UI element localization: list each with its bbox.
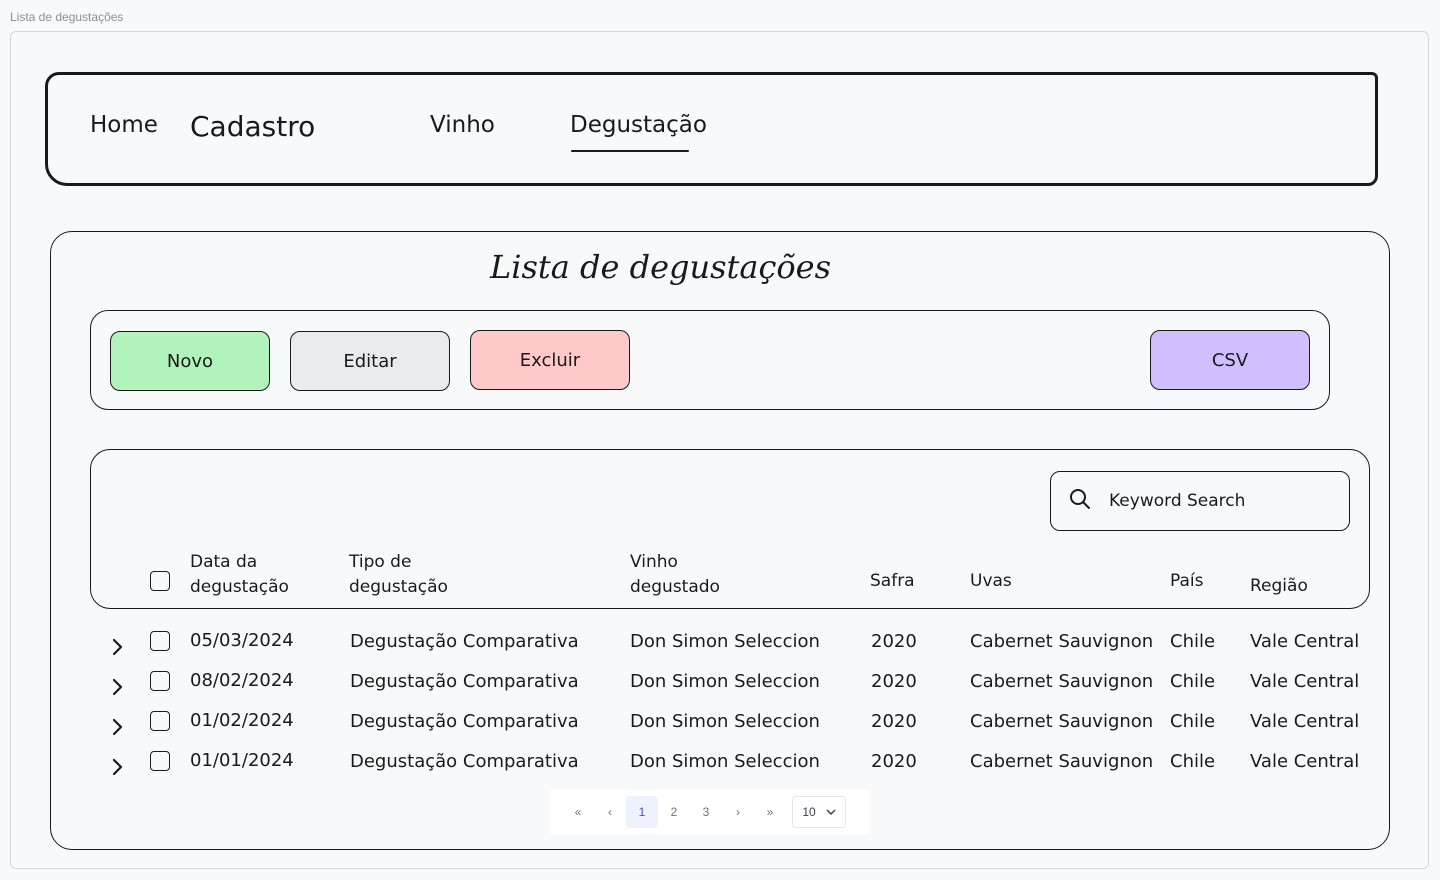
- delete-button[interactable]: Excluir: [470, 330, 630, 390]
- row-checkbox[interactable]: [150, 751, 170, 771]
- cell-uvas: Cabernet Sauvignon: [970, 751, 1154, 772]
- cell-tipo: Degustação Comparativa: [350, 751, 579, 772]
- row-checkbox[interactable]: [150, 671, 170, 691]
- nav-vinho[interactable]: Vinho: [430, 112, 495, 138]
- header-tipo-line1: Tipo de: [349, 552, 412, 572]
- cell-uvas: Cabernet Sauvignon: [970, 711, 1154, 732]
- header-data-line1: Data da: [190, 552, 258, 572]
- header-data-line2: degustação: [190, 577, 289, 597]
- cell-data: 01/02/2024: [190, 710, 294, 731]
- header-tipo[interactable]: Tipo de degustação: [349, 550, 448, 600]
- header-uvas[interactable]: Uvas: [970, 569, 1012, 594]
- nav-cadastro[interactable]: Cadastro: [190, 110, 315, 143]
- page-1-button[interactable]: 1: [626, 796, 658, 828]
- expand-row-chevron-icon[interactable]: [108, 677, 128, 697]
- cell-tipo: Degustação Comparativa: [350, 631, 579, 652]
- page-size-value: 10: [802, 805, 816, 819]
- cell-regiao: Vale Central: [1250, 751, 1360, 772]
- page-3-button[interactable]: 3: [690, 796, 722, 828]
- cell-vinho: Don Simon Seleccion: [630, 671, 820, 692]
- cell-pais: Chile: [1170, 751, 1216, 772]
- new-button[interactable]: Novo: [110, 331, 270, 391]
- last-page-button[interactable]: »: [754, 796, 786, 828]
- cell-pais: Chile: [1170, 671, 1216, 692]
- cell-tipo: Degustação Comparativa: [350, 671, 579, 692]
- pagination: « ‹ 1 2 3 › » 10: [550, 790, 870, 834]
- page-size-select[interactable]: 10: [792, 796, 846, 828]
- toolbar: [90, 310, 1330, 410]
- search-icon: [1069, 488, 1091, 514]
- expand-row-chevron-icon[interactable]: [108, 717, 128, 737]
- header-pais[interactable]: País: [1170, 569, 1204, 594]
- cell-safra: 2020: [871, 751, 917, 772]
- window-title: Lista de degustações: [10, 10, 124, 24]
- cell-regiao: Vale Central: [1250, 711, 1360, 732]
- cell-data: 08/02/2024: [190, 670, 294, 691]
- nav-degustacao[interactable]: Degustação: [570, 112, 707, 138]
- chevron-down-icon: [826, 805, 836, 819]
- cell-pais: Chile: [1170, 631, 1216, 652]
- page-title: Lista de degustações: [490, 248, 832, 286]
- page-2-button[interactable]: 2: [658, 796, 690, 828]
- header-vinho-line1: Vinho: [630, 552, 678, 572]
- cell-data: 05/03/2024: [190, 630, 294, 651]
- cell-uvas: Cabernet Sauvignon: [970, 671, 1154, 692]
- cell-vinho: Don Simon Seleccion: [630, 751, 820, 772]
- nav-home[interactable]: Home: [90, 112, 158, 138]
- edit-button[interactable]: Editar: [290, 331, 450, 391]
- csv-export-button[interactable]: CSV: [1150, 330, 1310, 390]
- header-vinho-line2: degustado: [630, 577, 720, 597]
- cell-regiao: Vale Central: [1250, 671, 1360, 692]
- row-checkbox[interactable]: [150, 711, 170, 731]
- expand-row-chevron-icon[interactable]: [108, 757, 128, 777]
- cell-safra: 2020: [871, 631, 917, 652]
- cell-safra: 2020: [871, 671, 917, 692]
- row-checkbox[interactable]: [150, 631, 170, 651]
- active-nav-underline: [571, 150, 689, 152]
- cell-regiao: Vale Central: [1250, 631, 1360, 652]
- search-input[interactable]: [1107, 490, 1331, 512]
- header-vinho[interactable]: Vinho degustado: [630, 550, 720, 600]
- header-data[interactable]: Data da degustação: [190, 550, 289, 600]
- cell-data: 01/01/2024: [190, 750, 294, 771]
- search-box[interactable]: [1050, 471, 1350, 531]
- cell-pais: Chile: [1170, 711, 1216, 732]
- cell-tipo: Degustação Comparativa: [350, 711, 579, 732]
- cell-uvas: Cabernet Sauvignon: [970, 631, 1154, 652]
- cell-safra: 2020: [871, 711, 917, 732]
- select-all-checkbox[interactable]: [150, 571, 170, 591]
- next-page-button[interactable]: ›: [722, 796, 754, 828]
- header-tipo-line2: degustação: [349, 577, 448, 597]
- prev-page-button[interactable]: ‹: [594, 796, 626, 828]
- cell-vinho: Don Simon Seleccion: [630, 711, 820, 732]
- header-safra[interactable]: Safra: [870, 569, 915, 594]
- header-regiao[interactable]: Região: [1250, 574, 1308, 599]
- expand-row-chevron-icon[interactable]: [108, 637, 128, 657]
- first-page-button[interactable]: «: [562, 796, 594, 828]
- cell-vinho: Don Simon Seleccion: [630, 631, 820, 652]
